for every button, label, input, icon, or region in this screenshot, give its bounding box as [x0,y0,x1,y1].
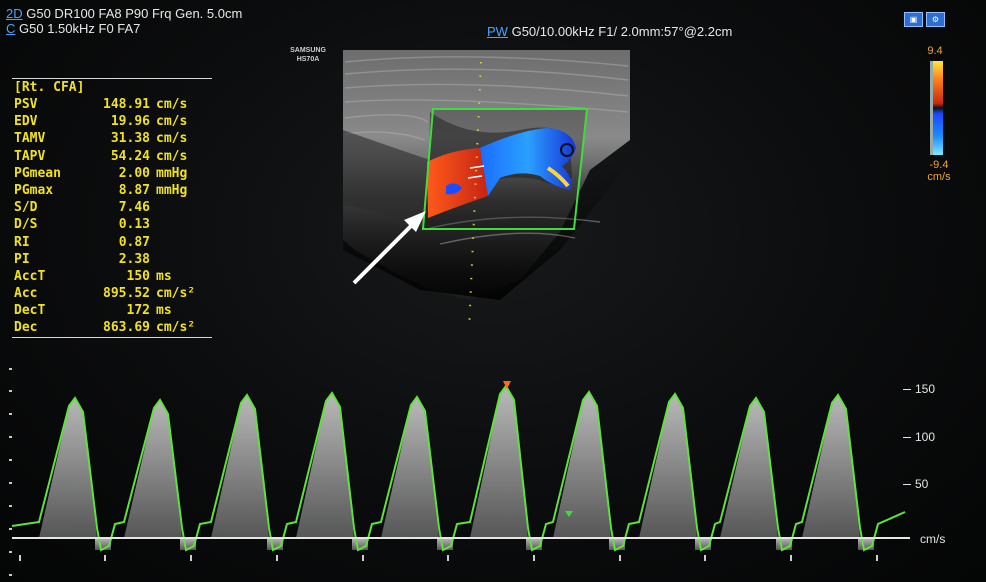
measurement-panel: [Rt. CFA] PSV 148.91 cm/s EDV 19.96 cm/s TAMV 3… [12,78,212,338]
spectral-waveform-fill [296,393,354,538]
velocity-tick-50: 50 [903,477,928,491]
spectral-waveform-fill [639,394,697,538]
measurement-row: PSV 148.91 cm/s [12,96,212,113]
measurement-unit: cm/s [156,97,188,112]
measurement-label: S/D [14,200,38,216]
measurement-unit: cm/s [156,148,188,164]
spectral-waveform-fill [470,386,528,538]
measurement-value: 863.69 [103,320,150,336]
measurement-label: PSV [14,97,38,112]
color-scale-unit: cm/s [927,171,951,183]
measurement-unit: cm/s [156,131,188,147]
measurement-unit: cm/s² [156,286,196,302]
measurement-unit: mmHg [156,182,188,198]
measurement-row: PI 2.38 [12,251,212,268]
depth-markers [9,368,12,576]
measurement-unit: cm/s² [156,320,196,336]
measurement-value: 895.52 [103,286,150,302]
spectral-waveform-fill [211,395,269,538]
spectral-waveform-fill [381,397,439,538]
measurement-value: 7.46 [118,200,150,216]
measurement-row: TAPV 54.24 cm/s [12,148,212,165]
color-scale-min-block: -9.4 cm/s [921,159,957,183]
measurement-label: TAMV [14,131,46,147]
color-doppler-box[interactable] [421,108,589,230]
velocity-tick-150: 150 [903,382,935,396]
measurement-value: 2.00 [118,165,150,181]
ultrasound-screen: 2D G50 DR100 FA8 P90 Frq Gen. 5.0cm C G5… [0,0,986,582]
measurement-value: 8.87 [118,182,150,198]
measurement-unit: mmHg [156,165,188,181]
color-scale-bar [930,61,943,155]
measurement-unit: ms [156,303,172,319]
measurement-label: AccT [14,268,46,284]
measurement-row: PGmean 2.00 mmHg [12,165,212,182]
measurement-label: EDV [14,114,38,130]
measurement-unit: ms [156,268,172,284]
measurement-vessel-title: [Rt. CFA] [14,80,85,95]
spectral-waveform-fill [39,398,97,538]
measurement-row: Acc 895.52 cm/s² [12,285,212,302]
measurement-row: PGmax 8.87 mmHg [12,182,212,199]
measurement-row: RI 0.87 [12,234,212,251]
measurement-label: Acc [14,286,38,302]
measurement-row: EDV 19.96 cm/s [12,113,212,130]
measurement-value: 150 [126,268,150,284]
measurement-label: D/S [14,217,38,233]
measurement-value: 172 [126,303,150,319]
measurement-row: AccT 150 ms [12,268,212,285]
measurement-value: 0.87 [118,234,150,250]
measurement-row: DecT 172 ms [12,302,212,319]
measurement-label: PGmax [14,182,54,198]
measurement-label: Dec [14,320,38,336]
measurement-unit: cm/s [156,114,188,130]
measurement-label: RI [14,234,30,250]
measurement-row: S/D 7.46 [12,199,212,216]
spectral-waveform-fill [802,395,860,538]
velocity-unit: cm/s [920,532,946,546]
spectral-waveform-fill [124,400,182,538]
measurement-value: 148.91 [103,97,150,112]
time-marks [19,555,878,561]
measurement-row: Dec 863.69 cm/s² [12,319,212,336]
measurement-label: PI [14,251,30,267]
color-velocity-scale: 9.4 -9.4 cm/s [915,45,965,185]
measurement-value: 19.96 [110,114,150,130]
measurement-value: 0.13 [118,217,150,233]
color-scale-min: -9.4 [929,159,949,171]
measurement-label: TAPV [14,148,46,164]
spectral-waveform-fill [553,392,611,538]
measurement-label: DecT [14,303,46,319]
color-scale-max: 9.4 [927,45,943,57]
measurement-value: 31.38 [110,131,150,147]
measurement-row: TAMV 31.38 cm/s [12,130,212,147]
measurement-row: D/S 0.13 [12,216,212,233]
spectral-doppler [11,381,910,561]
measurement-value: 54.24 [110,148,150,164]
measurement-label: PGmean [14,165,61,181]
spectral-waveform-fill [720,398,778,538]
velocity-tick-100: 100 [903,430,935,444]
measurement-value: 2.38 [118,251,150,267]
